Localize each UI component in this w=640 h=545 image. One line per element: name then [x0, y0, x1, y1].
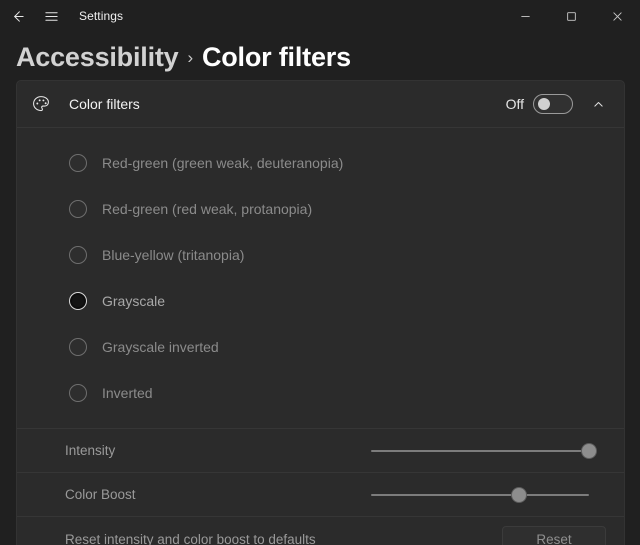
color-filters-toggle[interactable]: [533, 94, 573, 114]
reset-button[interactable]: Reset: [502, 526, 606, 545]
color-boost-label: Color Boost: [65, 487, 371, 502]
toggle-state-label: Off: [506, 96, 524, 112]
reset-description: Reset intensity and color boost to defau…: [65, 532, 502, 545]
radio-label: Red-green (green weak, deuteranopia): [102, 155, 343, 171]
breadcrumb-accessibility[interactable]: Accessibility: [16, 42, 179, 73]
radio-option-protanopia[interactable]: Red-green (red weak, protanopia): [17, 186, 624, 232]
radio-indicator: [69, 154, 87, 172]
color-boost-row: Color Boost: [17, 473, 624, 516]
title-bar: Settings: [0, 0, 640, 32]
radio-label: Grayscale: [102, 293, 165, 309]
intensity-slider[interactable]: [371, 440, 589, 462]
slider-thumb[interactable]: [581, 443, 597, 459]
back-button[interactable]: [0, 0, 34, 32]
window-controls: [502, 0, 640, 32]
maximize-button[interactable]: [548, 0, 594, 32]
slider-track: [371, 450, 589, 452]
radio-option-deuteranopia[interactable]: Red-green (green weak, deuteranopia): [17, 140, 624, 186]
radio-label: Inverted: [102, 385, 153, 401]
radio-indicator: [69, 246, 87, 264]
color-filters-card: Color filters Off Red-green (green weak,…: [16, 80, 625, 545]
radio-label: Blue-yellow (tritanopia): [102, 247, 244, 263]
intensity-row: Intensity: [17, 429, 624, 472]
radio-indicator: [69, 384, 87, 402]
color-filters-label: Color filters: [69, 96, 506, 112]
radio-option-tritanopia[interactable]: Blue-yellow (tritanopia): [17, 232, 624, 278]
color-boost-slider[interactable]: [371, 484, 589, 506]
hamburger-menu-icon[interactable]: [34, 0, 68, 32]
close-button[interactable]: [594, 0, 640, 32]
slider-thumb[interactable]: [511, 487, 527, 503]
page-title: Color filters: [202, 42, 351, 73]
reset-row: Reset intensity and color boost to defau…: [17, 517, 624, 545]
slider-track: [371, 494, 589, 496]
palette-icon: [30, 93, 52, 115]
radio-option-inverted[interactable]: Inverted: [17, 370, 624, 416]
radio-indicator: [69, 200, 87, 218]
radio-indicator-selected: [69, 292, 87, 310]
radio-label: Grayscale inverted: [102, 339, 219, 355]
intensity-label: Intensity: [65, 443, 371, 458]
chevron-up-icon[interactable]: [583, 89, 613, 119]
radio-option-grayscale[interactable]: Grayscale: [17, 278, 624, 324]
minimize-button[interactable]: [502, 0, 548, 32]
toggle-knob: [538, 98, 550, 110]
page-header: Accessibility › Color filters: [0, 32, 640, 80]
radio-indicator: [69, 338, 87, 356]
breadcrumb-separator-icon: ›: [188, 48, 193, 68]
color-filter-options: Red-green (green weak, deuteranopia) Red…: [17, 128, 624, 428]
color-filters-header[interactable]: Color filters Off: [17, 81, 624, 127]
radio-option-grayscale-inverted[interactable]: Grayscale inverted: [17, 324, 624, 370]
app-title: Settings: [79, 0, 123, 32]
radio-label: Red-green (red weak, protanopia): [102, 201, 312, 217]
breadcrumb: Accessibility › Color filters: [16, 42, 640, 73]
